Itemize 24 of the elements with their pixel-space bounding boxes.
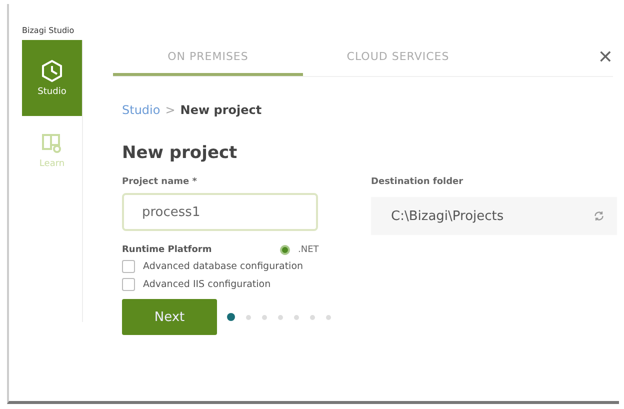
checkbox-label: Advanced database configuration	[143, 261, 304, 272]
project-name-field[interactable]: process1	[122, 193, 318, 231]
page-heading: New project	[122, 143, 238, 163]
book-icon	[40, 131, 64, 155]
breadcrumb-link[interactable]: Studio	[122, 103, 160, 117]
refresh-icon[interactable]	[593, 210, 605, 222]
field-label: Runtime Platform	[122, 245, 213, 255]
tab[interactable]: ON PREMISES	[113, 50, 303, 76]
field-label: Project name *	[122, 177, 198, 187]
window-title: Bizagi Studio	[21, 25, 76, 37]
sidebar-item[interactable]: Studio	[22, 40, 82, 116]
breadcrumb-separator: >	[165, 103, 176, 117]
tab[interactable]: CLOUD SERVICES	[303, 50, 493, 76]
checkbox[interactable]	[122, 278, 135, 291]
next-button[interactable]: Next	[122, 299, 217, 335]
radio-label: .NET	[298, 245, 319, 255]
checkbox[interactable]	[122, 260, 135, 273]
radio-button[interactable]	[280, 245, 290, 255]
field-label: Destination folder	[371, 177, 464, 187]
checkbox-label: Advanced IIS configuration	[143, 279, 271, 290]
close-button[interactable]: ✕	[598, 47, 613, 76]
breadcrumb-current: New project	[180, 103, 262, 117]
destination-field[interactable]: C:\Bizagi\Projects	[371, 197, 617, 235]
hexagon-icon	[40, 59, 64, 83]
